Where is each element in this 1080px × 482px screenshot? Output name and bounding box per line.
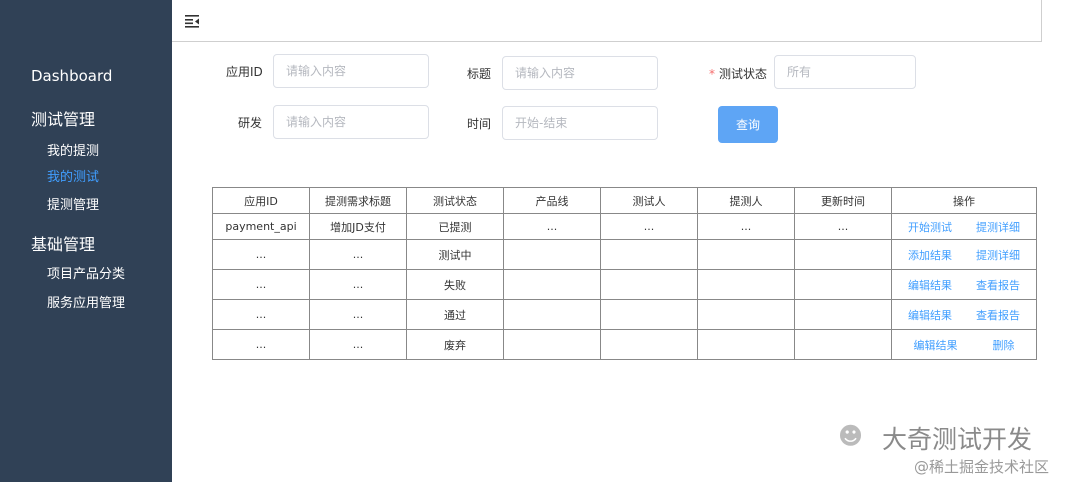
row-action-link[interactable]: 查看报告	[976, 277, 1020, 293]
table-header-cell: 应用ID	[212, 187, 310, 214]
table-header-cell: 产品线	[503, 187, 601, 214]
table-cell	[794, 329, 892, 360]
table-cell: ...	[794, 213, 892, 240]
table-cell-ops: 开始测试 提测详细	[891, 213, 1037, 240]
status-select[interactable]	[774, 55, 916, 89]
sidebar: Dashboard 测试管理 我的提测 我的测试 提测管理 基础管理 项目产品分…	[0, 0, 172, 482]
table-cell: ...	[503, 213, 601, 240]
row-action-link[interactable]: 编辑结果	[914, 337, 958, 353]
table-row: payment_api 增加JD支付 已提测............ 开始测试 提测详细	[212, 213, 1037, 240]
table-cell	[600, 299, 698, 330]
table-cell: ...	[212, 329, 310, 360]
table-cell	[794, 299, 892, 330]
table-cell: ...	[212, 269, 310, 300]
app-id-input[interactable]	[273, 54, 429, 88]
table-cell-ops: 编辑结果 查看报告	[891, 299, 1037, 330]
row-action-link[interactable]: 提测详细	[976, 247, 1020, 263]
sidebar-item-product-category[interactable]: 项目产品分类	[47, 263, 125, 282]
row-action-link[interactable]: 开始测试	[908, 219, 952, 235]
table-cell: ...	[212, 239, 310, 270]
table-cell	[697, 239, 795, 270]
row-action-link[interactable]: 编辑结果	[908, 307, 952, 323]
table-cell	[600, 269, 698, 300]
table-row: ...... 废弃 编辑结果 删除	[212, 329, 1037, 360]
row-actions: 编辑结果 查看报告	[893, 307, 1036, 323]
table-cell	[600, 329, 698, 360]
table-header-cell: 操作	[891, 187, 1037, 214]
row-actions: 编辑结果 查看报告	[893, 277, 1036, 293]
table-cell	[503, 269, 601, 300]
table-cell: ...	[697, 213, 795, 240]
table-cell: 失败	[406, 269, 504, 300]
table-header-cell: 提测人	[697, 187, 795, 214]
table-cell: payment_api	[212, 213, 310, 240]
time-range-input[interactable]	[502, 106, 658, 140]
time-label: 时间	[467, 117, 492, 131]
app-id-label: 应用ID	[226, 65, 263, 79]
title-label: 标题	[467, 67, 492, 81]
query-button[interactable]: 查询	[718, 106, 778, 143]
wechat-icon: ☻	[838, 422, 864, 450]
table-cell: ...	[212, 299, 310, 330]
row-actions: 开始测试 提测详细	[893, 219, 1036, 235]
status-label: * 测试状态	[709, 65, 767, 82]
table-header-cell: 更新时间	[794, 187, 892, 214]
sidebar-item-submission-mgmt[interactable]: 提测管理	[47, 194, 99, 213]
table-cell	[503, 299, 601, 330]
sidebar-item-my-tests[interactable]: 我的测试	[47, 166, 99, 185]
watermark-main: 大奇测试开发	[882, 425, 1033, 454]
table-cell: 测试中	[406, 239, 504, 270]
sidebar-item-dashboard[interactable]: Dashboard	[31, 67, 112, 85]
table-cell: ...	[309, 269, 407, 300]
developer-label: 研发	[238, 116, 263, 130]
table-cell	[794, 269, 892, 300]
table-header-cell: 提测需求标题	[309, 187, 407, 214]
title-input[interactable]	[502, 56, 658, 90]
watermark-sub: @稀土掘金技术社区	[914, 458, 1050, 476]
top-navbar	[172, 0, 1042, 42]
table-cell	[697, 269, 795, 300]
test-table: 应用ID 提测需求标题 测试状态 产品线 测试人 提测人 更新时间 操作 payment_ap…	[212, 187, 1037, 360]
table-cell: ...	[309, 299, 407, 330]
table-cell: ...	[309, 239, 407, 270]
table-cell	[697, 299, 795, 330]
table-cell-ops: 编辑结果 删除	[891, 329, 1037, 360]
table-cell: ...	[309, 329, 407, 360]
status-label-text: 测试状态	[719, 67, 768, 81]
table-cell: 已提测	[406, 213, 504, 240]
table-cell: 废弃	[406, 329, 504, 360]
row-action-link[interactable]: 添加结果	[908, 247, 952, 263]
sidebar-group-base-mgmt[interactable]: 基础管理	[31, 231, 95, 255]
row-action-link[interactable]: 删除	[993, 337, 1015, 353]
table-cell-ops: 编辑结果 查看报告	[891, 269, 1037, 300]
table-row: ...... 通过 编辑结果 查看报告	[212, 299, 1037, 330]
table-cell: ...	[600, 213, 698, 240]
row-action-link[interactable]: 查看报告	[976, 307, 1020, 323]
row-action-link[interactable]: 提测详细	[976, 219, 1020, 235]
table-cell: 通过	[406, 299, 504, 330]
table-cell	[503, 329, 601, 360]
watermark: ☻ 大奇测试开发 @稀土掘金技术社区	[838, 418, 1078, 482]
sidebar-group-test-mgmt[interactable]: 测试管理	[31, 106, 95, 130]
table-row: ...... 测试中 添加结果 提测详细	[212, 239, 1037, 270]
developer-input[interactable]	[273, 105, 429, 139]
table-cell	[794, 239, 892, 270]
required-mark: *	[709, 67, 715, 81]
table-cell-ops: 添加结果 提测详细	[891, 239, 1037, 270]
table-row: ...... 失败 编辑结果 查看报告	[212, 269, 1037, 300]
sidebar-item-my-submissions[interactable]: 我的提测	[47, 140, 99, 159]
table-cell	[697, 329, 795, 360]
table-header-cell: 测试状态	[406, 187, 504, 214]
row-actions: 编辑结果 删除	[893, 337, 1036, 353]
table-cell	[600, 239, 698, 270]
table-cell	[503, 239, 601, 270]
table-header-row: 应用ID 提测需求标题 测试状态 产品线 测试人 提测人 更新时间 操作	[212, 187, 1037, 214]
table-cell: 增加JD支付	[309, 213, 407, 240]
table-header-cell: 测试人	[600, 187, 698, 214]
row-actions: 添加结果 提测详细	[893, 247, 1036, 263]
hamburger-icon[interactable]	[185, 14, 199, 28]
sidebar-item-service-app-mgmt[interactable]: 服务应用管理	[47, 292, 125, 311]
row-action-link[interactable]: 编辑结果	[908, 277, 952, 293]
